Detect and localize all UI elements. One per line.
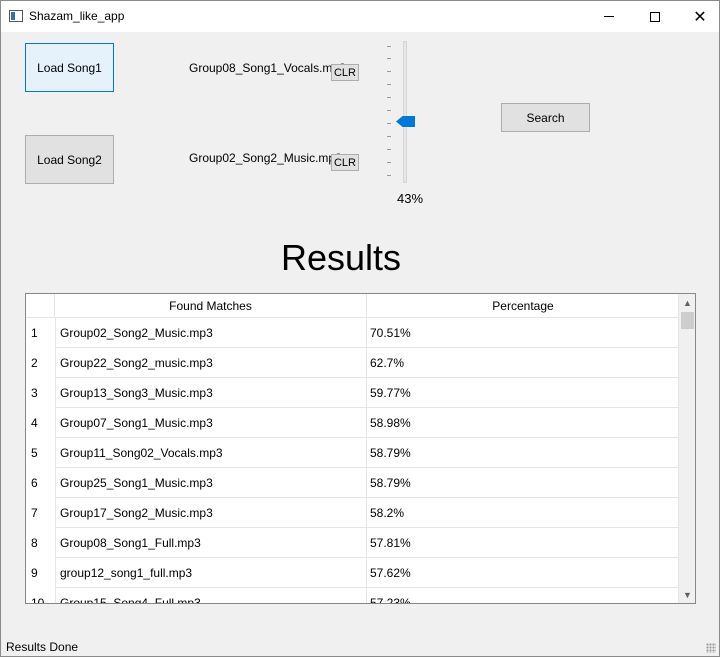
match-percentage-cell[interactable]: 58.98% (367, 408, 679, 438)
slider-tick (387, 175, 391, 176)
row-index: 10 (31, 596, 45, 604)
resize-grip-icon[interactable] (706, 643, 716, 653)
row-index: 5 (31, 446, 38, 460)
scroll-down-icon[interactable]: ▼ (679, 586, 695, 603)
load-song2-button[interactable]: Load Song2 (25, 135, 114, 184)
table-row[interactable]: 10 Group15_Song4_Full.mp3 57.23% (26, 588, 679, 604)
row-index: 4 (31, 416, 38, 430)
slider-tick (387, 84, 391, 85)
slider-tick (387, 123, 391, 124)
song2-filename: Group02_Song2_Music.mp3 (189, 151, 342, 165)
mix-slider[interactable] (387, 41, 421, 183)
header-corner[interactable] (26, 294, 55, 318)
match-filename-cell[interactable]: Group08_Song1_Full.mp3 (55, 528, 367, 558)
match-filename-cell[interactable]: Group13_Song3_Music.mp3 (55, 378, 367, 408)
slider-tick (387, 97, 391, 98)
minimize-icon (604, 16, 614, 17)
match-percentage-cell[interactable]: 58.2% (367, 498, 679, 528)
match-filename-cell[interactable]: group12_song1_full.mp3 (55, 558, 367, 588)
load-song1-button[interactable]: Load Song1 (25, 43, 114, 92)
vertical-scrollbar[interactable]: ▲ ▼ (678, 294, 695, 603)
maximize-button[interactable] (632, 1, 678, 32)
match-percentage-cell[interactable]: 58.79% (367, 438, 679, 468)
column-header-percentage[interactable]: Percentage (367, 294, 679, 318)
row-index: 7 (31, 506, 38, 520)
scroll-thumb[interactable] (681, 312, 694, 329)
match-filename-cell[interactable]: Group11_Song02_Vocals.mp3 (55, 438, 367, 468)
match-filename-cell[interactable]: Group07_Song1_Music.mp3 (55, 408, 367, 438)
slider-tick (387, 58, 391, 59)
slider-value-label: 43% (397, 191, 424, 206)
slider-tick (387, 46, 391, 47)
slider-groove (403, 41, 407, 183)
row-index: 2 (31, 356, 38, 370)
match-filename-cell[interactable]: Group22_Song2_music.mp3 (55, 348, 367, 378)
search-button[interactable]: Search (501, 103, 590, 132)
slider-tick (387, 71, 391, 72)
table-header: Found Matches Percentage (26, 294, 679, 318)
match-percentage-cell[interactable]: 58.79% (367, 468, 679, 498)
clear-song1-button[interactable]: CLR (331, 64, 359, 81)
window-title: Shazam_like_app (29, 9, 125, 23)
results-table[interactable]: Found Matches Percentage 1 Group02_Song2_… (25, 293, 696, 604)
close-icon: ✕ (693, 6, 707, 26)
maximize-icon (650, 11, 660, 22)
row-index: 3 (31, 386, 38, 400)
match-filename-cell[interactable]: Group15_Song4_Full.mp3 (55, 588, 367, 603)
table-row[interactable]: 2 Group22_Song2_music.mp3 62.7% (26, 348, 679, 378)
slider-tick (387, 149, 391, 150)
match-percentage-cell[interactable]: 57.23% (367, 588, 679, 604)
match-percentage-cell[interactable]: 57.81% (367, 528, 679, 558)
match-percentage-cell[interactable]: 59.77% (367, 378, 679, 408)
app-icon (9, 10, 23, 22)
slider-handle[interactable] (396, 116, 415, 127)
slider-tick (387, 110, 391, 111)
match-percentage-cell[interactable]: 57.62% (367, 558, 679, 588)
table-row[interactable]: 8 Group08_Song1_Full.mp3 57.81% (26, 528, 679, 558)
table-row[interactable]: 3 Group13_Song3_Music.mp3 59.77% (26, 378, 679, 408)
table-row[interactable]: 7 Group17_Song2_Music.mp3 58.2% (26, 498, 679, 528)
close-button[interactable]: ✕ (677, 1, 720, 32)
column-header-matches[interactable]: Found Matches (55, 294, 367, 318)
table-row[interactable]: 9 group12_song1_full.mp3 57.62% (26, 558, 679, 588)
results-heading: Results (280, 237, 402, 278)
song1-filename: Group08_Song1_Vocals.mp3 (189, 61, 346, 75)
table-row[interactable]: 1 Group02_Song2_Music.mp3 70.51% (26, 318, 679, 348)
match-filename-cell[interactable]: Group17_Song2_Music.mp3 (55, 498, 367, 528)
table-row[interactable]: 6 Group25_Song1_Music.mp3 58.79% (26, 468, 679, 498)
match-filename-cell[interactable]: Group25_Song1_Music.mp3 (55, 468, 367, 498)
row-index: 9 (31, 566, 38, 580)
match-percentage-cell[interactable]: 62.7% (367, 348, 679, 378)
scroll-up-icon[interactable]: ▲ (679, 294, 695, 311)
row-index: 1 (31, 326, 38, 340)
status-bar-text: Results Done (6, 640, 79, 654)
match-filename-cell[interactable]: Group02_Song2_Music.mp3 (55, 318, 367, 348)
row-index: 8 (31, 536, 38, 550)
slider-tick (387, 136, 391, 137)
slider-tick (387, 162, 391, 163)
app-window: Shazam_like_app ✕ Load Song1 Group08_Son… (0, 0, 720, 657)
clear-song2-button[interactable]: CLR (331, 154, 359, 171)
table-row[interactable]: 5 Group11_Song02_Vocals.mp3 58.79% (26, 438, 679, 468)
minimize-button[interactable] (586, 1, 632, 32)
match-percentage-cell[interactable]: 70.51% (367, 318, 679, 348)
table-row[interactable]: 4 Group07_Song1_Music.mp3 58.98% (26, 408, 679, 438)
title-bar: Shazam_like_app ✕ (1, 1, 719, 32)
row-index: 6 (31, 476, 38, 490)
